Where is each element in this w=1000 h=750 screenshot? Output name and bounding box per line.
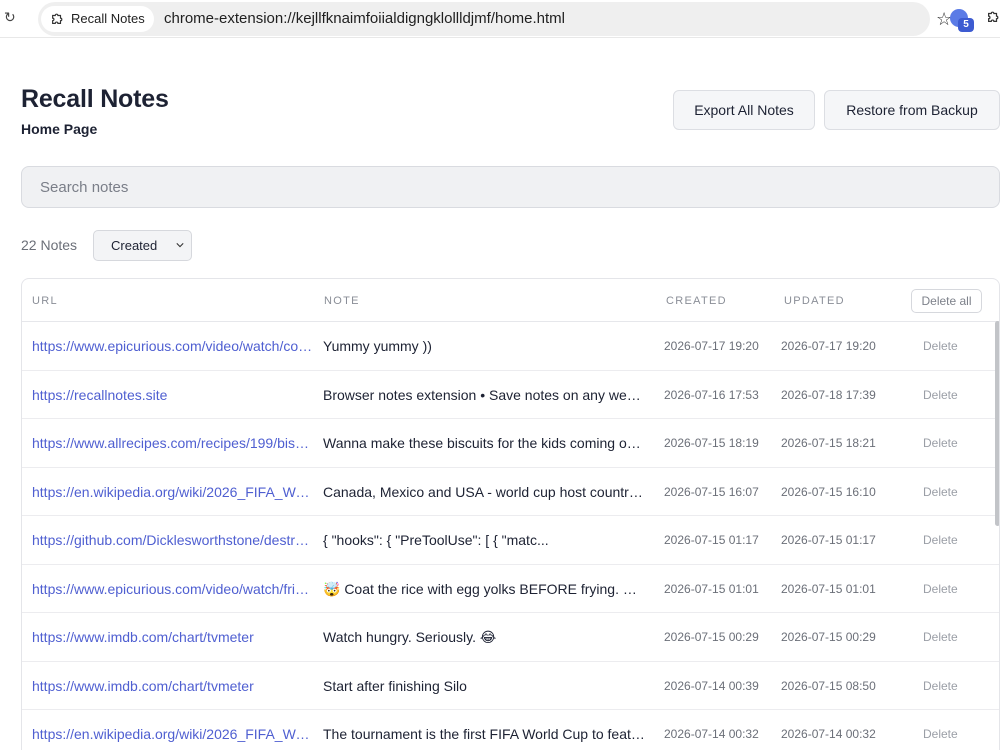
updated-date: 2026-07-17 19:20 <box>781 339 876 353</box>
updated-date: 2026-07-15 01:17 <box>781 533 876 547</box>
note-text[interactable]: 🤯 Coat the rice with egg yolks BEFORE fr… <box>323 565 645 613</box>
page-title: Recall Notes <box>21 85 169 113</box>
note-url-link[interactable]: https://www.epicurious.com/video/watch/c… <box>32 322 314 370</box>
delete-note-button[interactable]: Delete <box>923 710 963 750</box>
updated-date: 2026-07-14 00:32 <box>781 727 876 741</box>
extension-count-badge: 5 <box>958 18 974 32</box>
created-date: 2026-07-15 00:29 <box>664 630 759 644</box>
notes-table: URL NOTE CREATED UPDATED Delete all http… <box>21 278 1000 750</box>
address-text[interactable]: chrome-extension://kejllfknaimfoiialdign… <box>164 2 565 36</box>
table-row[interactable]: https://recallnotes.site Browser notes ex… <box>22 371 999 419</box>
delete-note-button[interactable]: Delete <box>923 371 963 419</box>
table-scrollbar[interactable] <box>995 321 999 526</box>
table-row[interactable]: https://www.epicurious.com/video/watch/f… <box>22 565 999 613</box>
table-row[interactable]: https://www.imdb.com/chart/tvmeter Watch … <box>22 613 999 662</box>
created-date: 2026-07-14 00:39 <box>664 678 759 693</box>
delete-note-button[interactable]: Delete <box>923 419 963 467</box>
delete-all-button[interactable]: Delete all <box>911 289 982 313</box>
column-header-created[interactable]: CREATED <box>666 295 727 307</box>
created-date: 2026-07-15 16:07 <box>664 484 759 499</box>
delete-note-button[interactable]: Delete <box>923 613 963 661</box>
created-date: 2026-07-17 19:20 <box>664 339 759 353</box>
note-text[interactable]: Watch hungry. Seriously. 😂 <box>323 613 645 661</box>
created-date: 2026-07-15 18:19 <box>664 436 759 450</box>
note-url-link[interactable]: https://www.epicurious.com/video/watch/f… <box>32 565 314 613</box>
notes-count: 22 Notes <box>21 237 78 253</box>
search-input[interactable] <box>21 166 1000 208</box>
note-text[interactable]: Canada, Mexico and USA - world cup host … <box>323 468 645 516</box>
delete-note-button[interactable]: Delete <box>923 322 963 370</box>
browser-toolbar: ↻ Recall Notes chrome-extension://kejllf… <box>0 0 1000 38</box>
table-row[interactable]: https://www.allrecipes.com/recipes/199/b… <box>22 419 999 468</box>
updated-date: 2026-07-15 01:01 <box>781 581 876 596</box>
note-url-link[interactable]: https://recallnotes.site <box>32 371 314 419</box>
note-url-link[interactable]: https://www.imdb.com/chart/tvmeter <box>32 613 314 661</box>
updated-date: 2026-07-15 16:10 <box>781 484 876 499</box>
column-header-updated[interactable]: UPDATED <box>784 295 845 307</box>
note-text[interactable]: Wanna make these biscuits for the kids c… <box>323 419 645 467</box>
created-date: 2026-07-16 17:53 <box>664 387 759 402</box>
created-date: 2026-07-15 01:01 <box>664 581 759 596</box>
delete-note-button[interactable]: Delete <box>923 565 963 613</box>
delete-note-button[interactable]: Delete <box>923 516 963 564</box>
note-text[interactable]: Browser notes extension • Save notes on … <box>323 371 645 419</box>
updated-date: 2026-07-15 18:21 <box>781 436 876 450</box>
created-date: 2026-07-15 01:17 <box>664 533 759 547</box>
table-row[interactable]: https://en.wikipedia.org/wiki/2026_FIFA_… <box>22 710 999 750</box>
updated-date: 2026-07-18 17:39 <box>781 387 876 402</box>
address-bar[interactable]: Recall Notes chrome-extension://kejllfkn… <box>38 2 952 36</box>
export-all-notes-button[interactable]: Export All Notes <box>673 90 815 130</box>
note-url-link[interactable]: https://www.allrecipes.com/recipes/199/b… <box>32 419 314 467</box>
puzzle-icon <box>52 13 63 24</box>
note-text[interactable]: Yummy yummy )) <box>323 322 645 370</box>
sort-select[interactable]: Created <box>93 230 192 261</box>
updated-date: 2026-07-15 08:50 <box>781 678 876 693</box>
column-header-note: NOTE <box>324 295 360 307</box>
page-subtitle: Home Page <box>21 121 98 137</box>
extensions-puzzle-icon[interactable] <box>986 8 1000 26</box>
created-date: 2026-07-14 00:32 <box>664 727 759 741</box>
note-url-link[interactable]: https://en.wikipedia.org/wiki/2026_FIFA_… <box>32 710 314 750</box>
sort-selected-value: Created <box>111 238 158 253</box>
chevron-down-icon <box>176 243 184 248</box>
table-header: URL NOTE CREATED UPDATED Delete all <box>22 279 999 322</box>
table-row[interactable]: https://github.com/Dicklesworthstone/des… <box>22 516 999 565</box>
table-row[interactable]: https://www.imdb.com/chart/tvmeter Start … <box>22 662 999 710</box>
note-url-link[interactable]: https://github.com/Dicklesworthstone/des… <box>32 516 314 564</box>
delete-note-button[interactable]: Delete <box>923 662 963 710</box>
note-url-link[interactable]: https://en.wikipedia.org/wiki/2026_FIFA_… <box>32 468 314 516</box>
note-url-link[interactable]: https://www.imdb.com/chart/tvmeter <box>32 662 314 710</box>
note-text[interactable]: { "hooks": { "PreToolUse": [ { "matc... <box>323 516 645 564</box>
delete-note-button[interactable]: Delete <box>923 468 963 516</box>
note-text[interactable]: Start after finishing Silo <box>323 662 645 710</box>
updated-date: 2026-07-15 00:29 <box>781 630 876 644</box>
restore-from-backup-button[interactable]: Restore from Backup <box>824 90 1000 130</box>
site-chip-label: Recall Notes <box>71 11 145 26</box>
reload-icon[interactable]: ↻ <box>4 9 20 25</box>
note-text[interactable]: The tournament is the first FIFA World C… <box>323 710 645 750</box>
column-header-url: URL <box>32 295 58 307</box>
extension-site-chip[interactable]: Recall Notes <box>41 6 154 32</box>
table-row[interactable]: https://en.wikipedia.org/wiki/2026_FIFA_… <box>22 468 999 516</box>
table-row[interactable]: https://www.epicurious.com/video/watch/c… <box>22 322 999 371</box>
